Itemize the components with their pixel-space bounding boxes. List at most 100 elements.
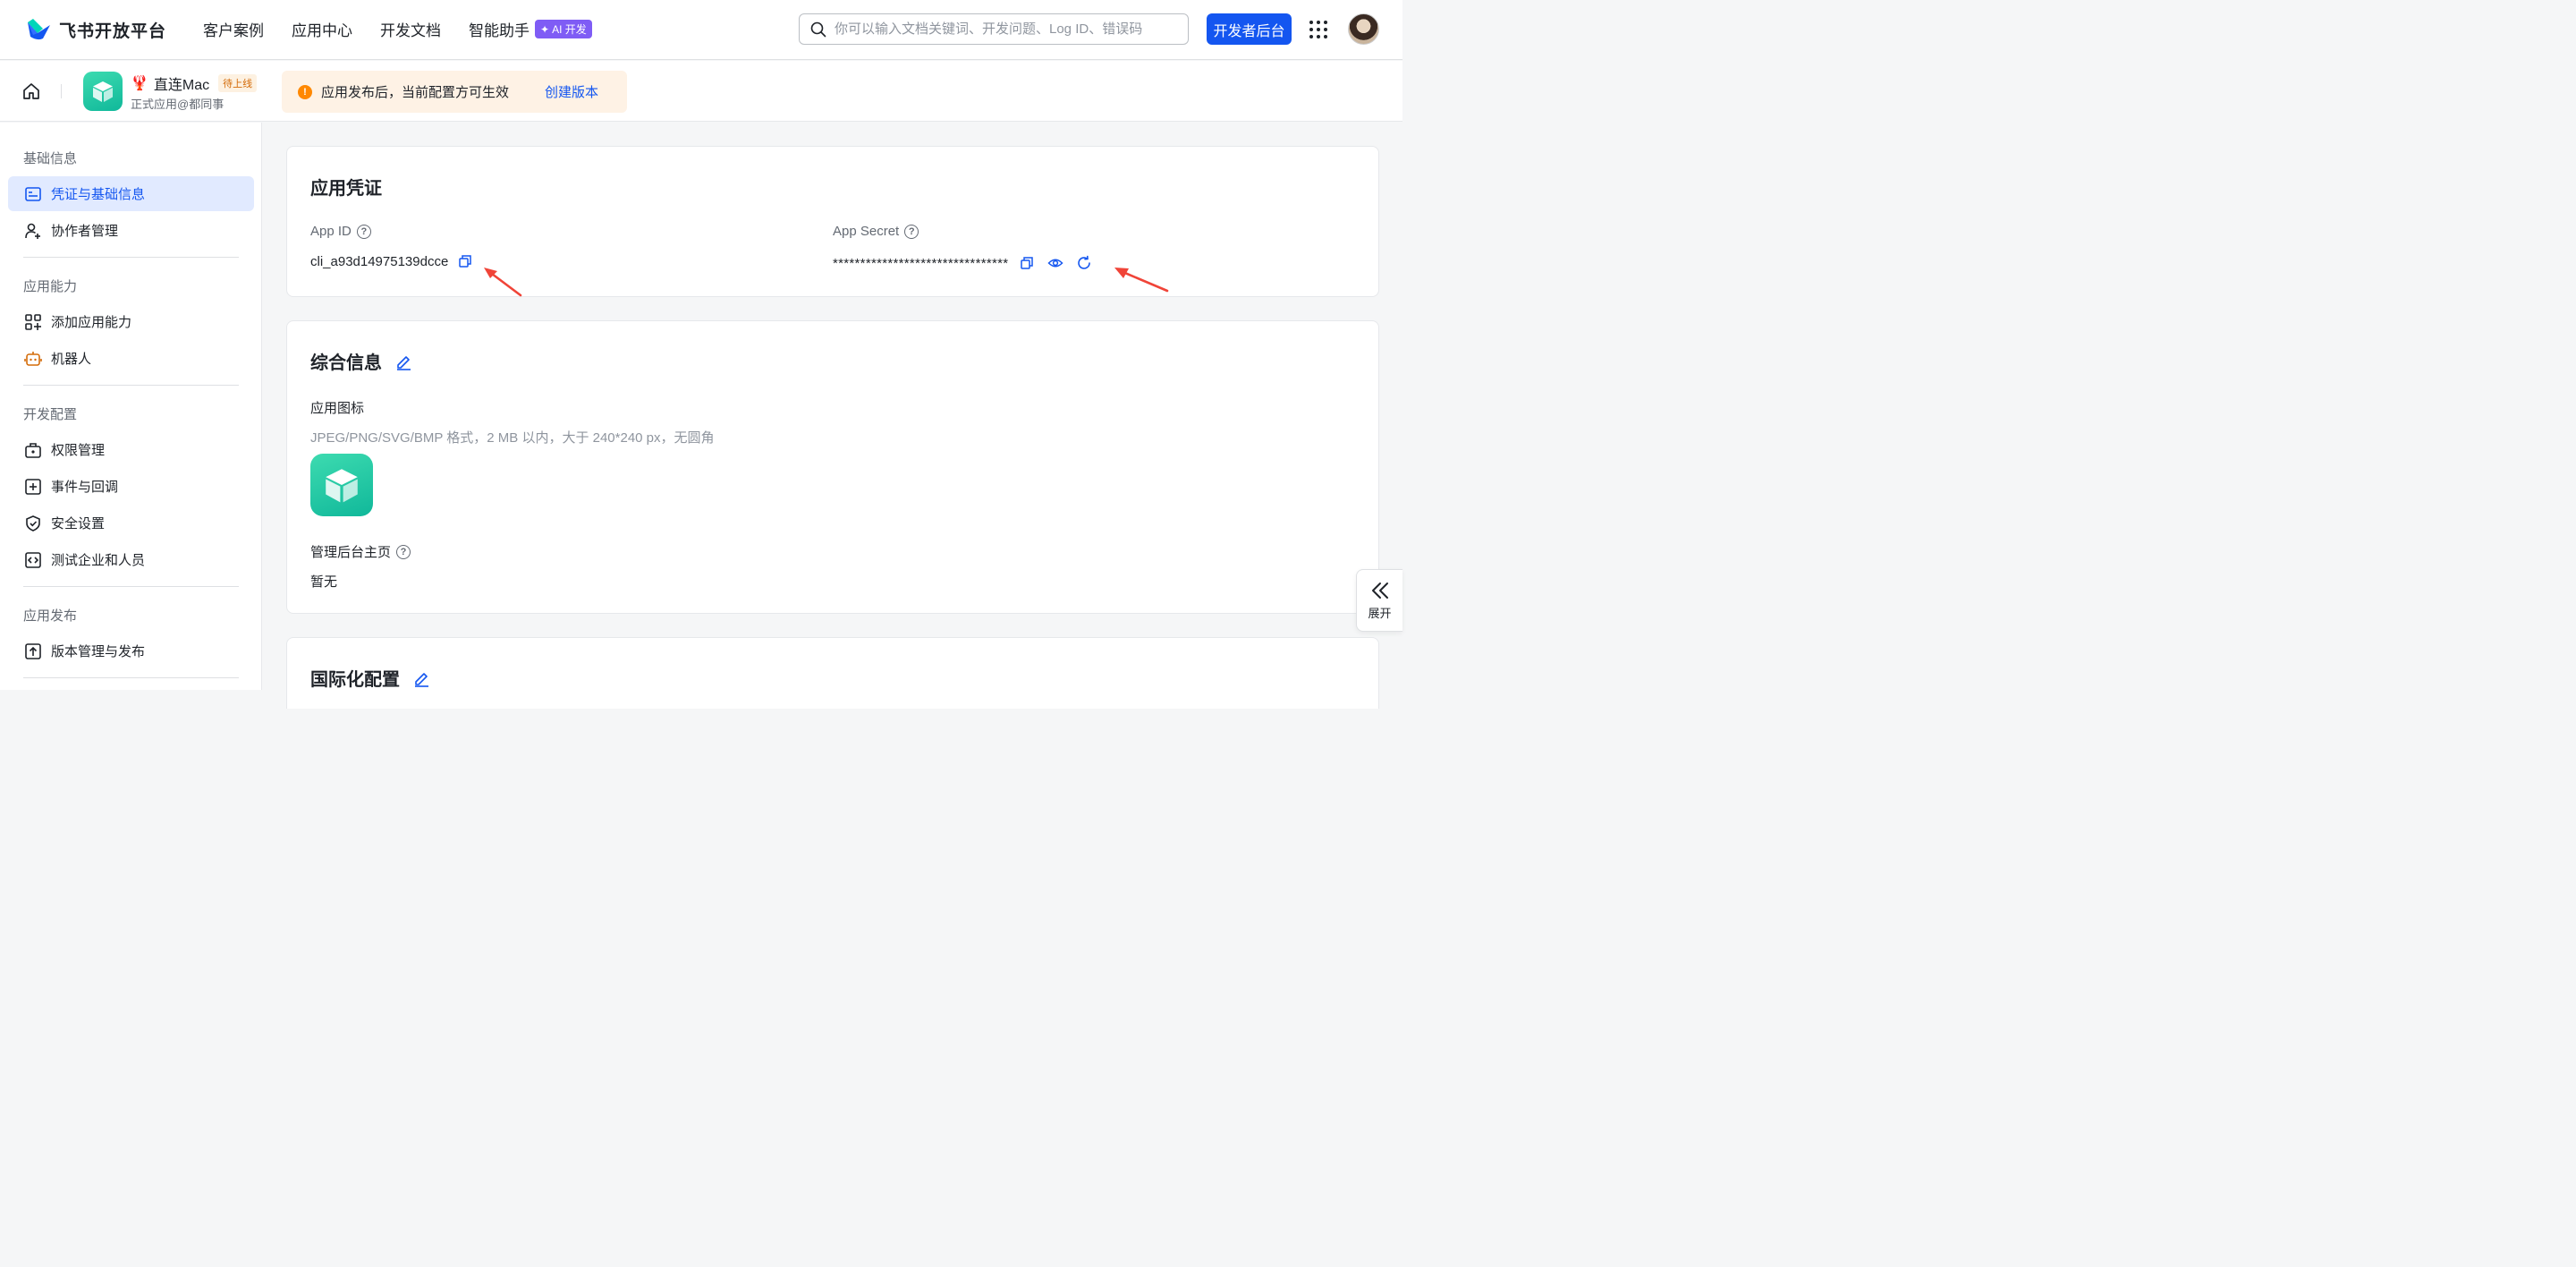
nav-app-center[interactable]: 应用中心 (292, 18, 352, 40)
help-icon[interactable]: ? (356, 224, 371, 239)
event-add-icon (25, 478, 41, 495)
expand-panel-button[interactable]: 展开 (1356, 569, 1402, 632)
copy-icon[interactable] (1019, 255, 1035, 271)
edit-icon[interactable] (394, 353, 412, 370)
double-chevron-left-icon (1371, 582, 1388, 599)
homepage-label-text: 管理后台主页 (310, 545, 392, 560)
ai-badge: ✦ AI 开发 (535, 20, 592, 38)
sidebar-item-permissions[interactable]: 权限管理 (8, 432, 254, 467)
sidebar-item-security[interactable]: 安全设置 (8, 506, 254, 540)
sidebar-group-basic: 基础信息 (23, 151, 78, 166)
nav-smart-assistant-label: 智能助手 (469, 22, 530, 39)
app-name: 直连Mac (153, 78, 210, 93)
sidebar-item-versions[interactable]: 版本管理与发布 (8, 634, 254, 668)
app-owner: 正式应用@都同事 (131, 98, 225, 111)
app-secret-value: ******************************** (833, 255, 1009, 271)
sidebar-item-label: 添加应用能力 (51, 315, 132, 330)
lobster-icon: 🦞 (131, 76, 148, 91)
sidebar-item-label: 凭证与基础信息 (51, 187, 146, 202)
robot-icon (24, 351, 42, 366)
user-add-icon (25, 223, 40, 239)
sidebar-group-capabilities: 应用能力 (23, 279, 78, 294)
sidebar-item-label: 协作者管理 (51, 224, 119, 239)
sidebar-item-label: 安全设置 (51, 516, 106, 531)
cube-icon (93, 81, 113, 102)
divider (61, 84, 62, 98)
general-info-title-text: 综合信息 (310, 353, 382, 373)
sparkle-icon: ✦ (540, 22, 550, 36)
sidebar-item-test-tenants[interactable]: 测试企业和人员 (8, 542, 254, 577)
developer-console-button[interactable]: 开发者后台 (1207, 13, 1292, 45)
divider (23, 385, 239, 386)
brand-name: 飞书开放平台 (59, 21, 167, 41)
general-info-card: 综合信息 应用图标 JPEG/PNG/SVG/BMP 格式，2 MB 以内，大于… (286, 320, 1379, 614)
help-icon[interactable]: ? (904, 224, 919, 239)
sidebar-item-label: 机器人 (51, 352, 92, 367)
nav-dev-docs[interactable]: 开发文档 (380, 18, 441, 40)
divider (23, 586, 239, 587)
search-input[interactable] (835, 21, 1174, 37)
grid-add-icon (25, 313, 41, 330)
apps-grid-icon[interactable] (1309, 21, 1327, 38)
sidebar-item-label: 权限管理 (51, 443, 106, 458)
sidebar-group-dev-config: 开发配置 (23, 407, 78, 422)
app-secret-label-text: App Secret (833, 224, 900, 239)
sidebar-item-events[interactable]: 事件与回调 (8, 469, 254, 504)
app-secret-field: ******************************** (833, 255, 1092, 271)
app-secret-label: App Secret ? (833, 224, 919, 239)
sidebar-item-add-capability[interactable]: 添加应用能力 (8, 304, 254, 339)
general-info-title: 综合信息 (310, 348, 412, 374)
publish-notice: ! 应用发布后，当前配置方可生效 创建版本 (282, 71, 627, 113)
app-id-value: cli_a93d14975139dcce (310, 253, 449, 269)
app-icon-label: 应用图标 (310, 401, 365, 416)
expand-label: 展开 (1368, 606, 1392, 620)
create-version-link[interactable]: 创建版本 (545, 82, 598, 101)
sidebar-item-label: 版本管理与发布 (51, 644, 146, 659)
i18n-title: 国际化配置 (310, 665, 430, 691)
ai-badge-label: AI 开发 (552, 23, 587, 36)
i18n-card: 国际化配置 (286, 637, 1379, 709)
sidebar-item-bot[interactable]: 机器人 (8, 341, 254, 376)
app-id-label: App ID ? (310, 224, 371, 239)
notice-text: 应用发布后，当前配置方可生效 (321, 85, 510, 100)
briefcase-lock-icon (25, 442, 41, 458)
nav-customer-cases[interactable]: 客户案例 (203, 18, 264, 40)
code-box-icon (25, 551, 41, 568)
app-id-field: cli_a93d14975139dcce (310, 253, 473, 269)
homepage-value: 暂无 (310, 574, 338, 590)
home-icon[interactable] (21, 81, 41, 101)
sidebar-item-credentials[interactable]: 凭证与基础信息 (8, 176, 254, 211)
credentials-card: 应用凭证 App ID ? cli_a93d14975139dcce App S… (286, 146, 1379, 297)
app-icon-hint: JPEG/PNG/SVG/BMP 格式，2 MB 以内，大于 240*240 p… (310, 430, 715, 446)
app-title: 🦞 直连Mac 待上线 (131, 72, 258, 94)
sidebar-item-label: 测试企业和人员 (51, 553, 146, 568)
app-icon (83, 72, 123, 111)
sidebar-item-label: 事件与回调 (51, 480, 119, 495)
divider (23, 257, 239, 258)
search-box[interactable] (799, 13, 1189, 45)
status-badge: 待上线 (218, 74, 258, 92)
search-icon (810, 21, 826, 37)
sidebar-item-collaborators[interactable]: 协作者管理 (8, 213, 254, 248)
eye-icon[interactable] (1047, 255, 1063, 271)
edit-icon[interactable] (412, 669, 430, 687)
app-id-label-text: App ID (310, 224, 352, 239)
refresh-icon[interactable] (1076, 255, 1092, 271)
divider (23, 677, 239, 678)
id-card-icon (25, 186, 41, 201)
brand-logo[interactable]: 飞书开放平台 (25, 17, 166, 42)
app-icon-preview[interactable] (310, 454, 373, 516)
help-icon[interactable]: ? (396, 544, 411, 559)
shield-icon (26, 514, 40, 531)
i18n-title-text: 国际化配置 (310, 670, 400, 690)
app-header: 🦞 直连Mac 待上线 正式应用@都同事 ! 应用发布后，当前配置方可生效 创建… (0, 61, 1402, 122)
user-avatar[interactable] (1348, 13, 1379, 45)
feishu-logo-icon (28, 19, 50, 40)
homepage-label: 管理后台主页 ? (310, 542, 411, 561)
copy-icon[interactable] (457, 253, 473, 269)
credentials-title: 应用凭证 (310, 179, 382, 199)
nav-smart-assistant[interactable]: 智能助手 ✦ AI 开发 (469, 18, 592, 40)
top-navigation: 飞书开放平台 客户案例 应用中心 开发文档 智能助手 ✦ AI 开发 开发者后台 (0, 0, 1402, 60)
cube-icon (326, 469, 358, 503)
main-nav: 客户案例 应用中心 开发文档 智能助手 ✦ AI 开发 (203, 18, 592, 40)
